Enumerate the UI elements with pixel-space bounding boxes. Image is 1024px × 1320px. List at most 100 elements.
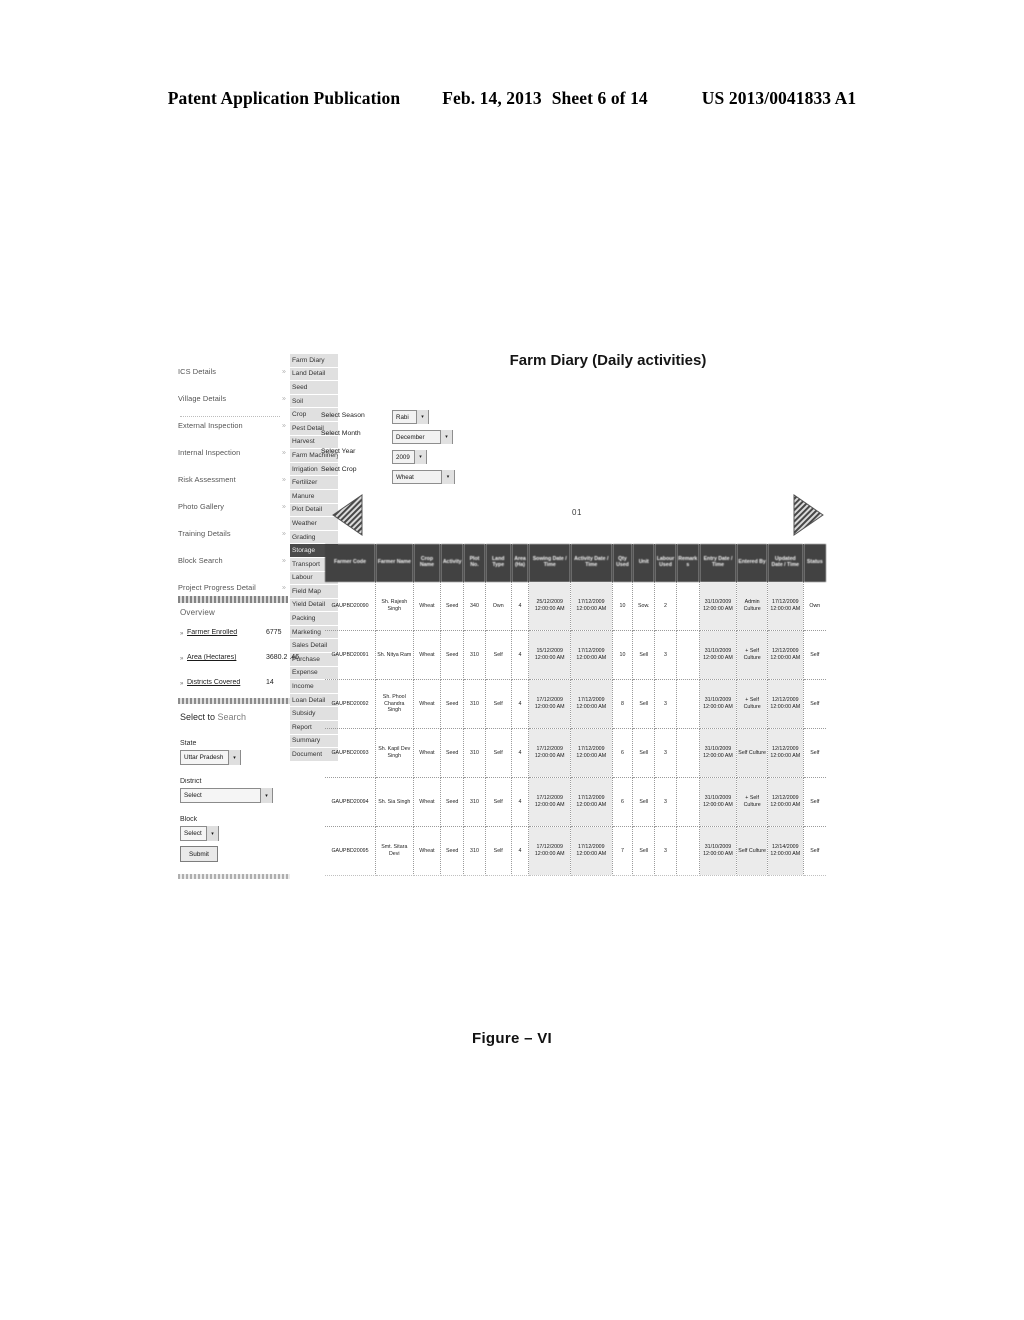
cell-activity: Seed xyxy=(440,582,465,631)
col-land-type[interactable]: Land Type xyxy=(485,544,512,582)
col-crop-name[interactable]: Crop Name xyxy=(413,544,442,582)
col-activity[interactable]: Activity xyxy=(440,544,465,582)
col-area[interactable]: Area (Ha) xyxy=(511,544,530,582)
submit-button[interactable]: Submit xyxy=(180,846,218,862)
cell-farmer-code: GAUPBD20093 xyxy=(325,728,376,778)
col-remarks[interactable]: Remarks xyxy=(676,544,700,582)
cell-entry-date: 31/10/2009 12:00:00 AM xyxy=(699,679,738,729)
cell-entered-by: Admin Culture xyxy=(736,582,768,631)
table-row[interactable]: GAUPBD20091 Sh. Nitya Ram Wheat Seed 310… xyxy=(325,630,826,680)
cell-activity: Seed xyxy=(440,826,465,876)
sidebar-item-label: Training Details xyxy=(178,529,231,538)
cell-area: 4 xyxy=(511,679,530,729)
cell-area: 4 xyxy=(511,777,530,827)
state-select[interactable]: Uttar Pradesh ▾ xyxy=(180,750,241,765)
cell-entry-date: 31/10/2009 12:00:00 AM xyxy=(699,777,738,827)
col-unit[interactable]: Unit xyxy=(632,544,656,582)
cell-remarks xyxy=(676,679,700,729)
col-farmer-code[interactable]: Farmer Code xyxy=(325,544,376,582)
month-select[interactable]: December ▾ xyxy=(392,430,453,444)
col-updated-date[interactable]: Updated Date / Time xyxy=(767,544,804,582)
col-sowing-date[interactable]: Sowing Date / Time xyxy=(528,544,571,582)
submenu-item[interactable]: Land Detail xyxy=(290,367,338,381)
cell-labour: 3 xyxy=(654,777,677,827)
crop-select[interactable]: Wheat ▾ xyxy=(392,470,455,484)
cell-farmer-name: Sh. Nitya Ram xyxy=(375,630,414,680)
cell-activity-date: 17/12/2009 12:00:00 AM xyxy=(570,679,613,729)
overview-stat-row[interactable]: » Farmer Enrolled 6775 xyxy=(180,628,302,653)
cell-land-type: Self xyxy=(485,728,512,778)
season-select[interactable]: Rabi ▾ xyxy=(392,410,429,424)
cell-activity: Seed xyxy=(440,777,465,827)
col-farmer-name[interactable]: Farmer Name xyxy=(375,544,414,582)
col-labour-used[interactable]: Labour Used xyxy=(654,544,677,582)
cell-qty: 10 xyxy=(612,630,634,680)
crop-select-value: Wheat xyxy=(396,473,414,481)
sidebar-item-risk-assessment[interactable]: Risk Assessment » xyxy=(178,466,286,493)
filter-dropdown-group: Rabi ▾ December ▾ 2009 ▾ Wheat ▾ xyxy=(392,410,462,490)
overview-stat-label: Farmer Enrolled xyxy=(187,629,238,636)
col-status[interactable]: Status xyxy=(803,544,826,582)
submenu-item[interactable]: Soil xyxy=(290,394,338,408)
cell-sowing-date: 17/12/2009 12:00:00 AM xyxy=(528,777,571,827)
chevron-right-icon: » xyxy=(282,530,286,537)
sidebar-item-village-details[interactable]: Village Details » xyxy=(178,385,286,412)
cell-remarks xyxy=(676,777,700,827)
block-select-value: Select xyxy=(184,830,202,837)
cell-updated-date: 12/12/2009 12:00:00 AM xyxy=(767,679,804,729)
page-indicator: 01 xyxy=(572,508,582,517)
block-select[interactable]: Select ▾ xyxy=(180,826,219,841)
overview-stat-label: Area (Hectares) xyxy=(187,654,237,661)
col-activity-date[interactable]: Activity Date / Time xyxy=(570,544,613,582)
submenu-item[interactable]: Seed xyxy=(290,381,338,394)
chevron-right-icon: » xyxy=(282,584,286,591)
chevron-down-icon: ▾ xyxy=(414,450,426,464)
cell-area: 4 xyxy=(511,826,530,876)
cell-entered-by: + Self Culture xyxy=(736,777,768,827)
cell-qty: 10 xyxy=(612,582,634,631)
district-label: District xyxy=(180,778,202,785)
table-row[interactable]: GAUPBD20090 Sh. Rajesh Singh Wheat Seed … xyxy=(325,582,826,631)
sidebar-item-internal-inspection[interactable]: Internal Inspection » xyxy=(178,439,286,466)
chevron-down-icon: ▾ xyxy=(228,750,240,765)
cell-remarks xyxy=(676,582,700,631)
table-row[interactable]: GAUPBD20094 Sh. Sia Singh Wheat Seed 310… xyxy=(325,777,826,827)
cell-updated-date: 12/12/2009 12:00:00 AM xyxy=(767,630,804,680)
cell-farmer-name: Sh. Phool Chandra Singh xyxy=(375,679,414,729)
next-page-button[interactable] xyxy=(792,494,824,536)
district-select[interactable]: Select ▾ xyxy=(180,788,273,803)
search-panel-title: Select to Search xyxy=(180,712,246,722)
cell-updated-date: 12/12/2009 12:00:00 AM xyxy=(767,728,804,778)
table-row[interactable]: GAUPBD20093 Sh. Kapil Dev Singh Wheat Se… xyxy=(325,728,826,778)
cell-status: Self xyxy=(803,679,826,729)
cell-activity: Seed xyxy=(440,630,465,680)
sidebar-item-photo-gallery[interactable]: Photo Gallery » xyxy=(178,493,286,520)
col-plot-no[interactable]: Plot No. xyxy=(463,544,486,582)
bullet-icon: » xyxy=(180,681,184,687)
sidebar-item-ics-details[interactable]: ICS Details » xyxy=(178,358,286,385)
state-select-value: Uttar Pradesh xyxy=(184,754,224,761)
year-select[interactable]: 2009 ▾ xyxy=(392,450,427,464)
chevron-right-icon: » xyxy=(282,395,286,402)
col-entry-date[interactable]: Entry Date / Time xyxy=(699,544,738,582)
cell-labour: 3 xyxy=(654,630,677,680)
col-qty-used[interactable]: Qty Used xyxy=(612,544,634,582)
sidebar-item-block-search[interactable]: Block Search » xyxy=(178,547,286,574)
cell-activity: Seed xyxy=(440,728,465,778)
overview-stat-row[interactable]: » Area (Hectares) 3680.2 .46 xyxy=(180,653,302,678)
farm-diary-table: Farmer Code Farmer Name Crop Name Activi… xyxy=(325,544,826,876)
overview-top-rule xyxy=(178,596,288,603)
overview-stat-value: 6775 xyxy=(266,629,282,636)
sidebar-item-training-details[interactable]: Training Details » xyxy=(178,520,286,547)
col-entered-by[interactable]: Entered By xyxy=(736,544,768,582)
cell-qty: 6 xyxy=(612,728,634,778)
cell-unit: Sell xyxy=(632,728,656,778)
submenu-item[interactable]: Farm Diary xyxy=(290,354,338,367)
cell-unit: Sell xyxy=(632,777,656,827)
table-row[interactable]: GAUPBD20095 Smt. Sitara Devi Wheat Seed … xyxy=(325,826,826,876)
table-row[interactable]: GAUPBD20092 Sh. Phool Chandra Singh Whea… xyxy=(325,679,826,729)
cell-updated-date: 17/12/2009 12:00:00 AM xyxy=(767,582,804,631)
sidebar-item-external-inspection[interactable]: External Inspection » xyxy=(178,412,286,439)
cell-labour: 2 xyxy=(654,582,677,631)
cell-activity-date: 17/12/2009 12:00:00 AM xyxy=(570,777,613,827)
